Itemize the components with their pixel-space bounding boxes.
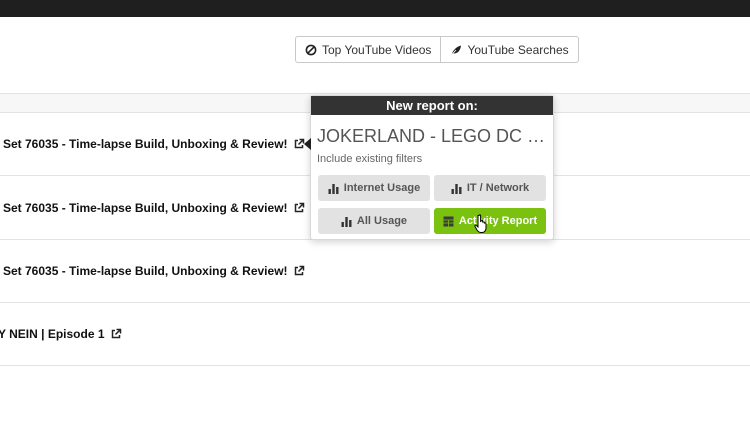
top-youtube-videos-label: Top YouTube Videos [322, 42, 432, 57]
new-report-popover: New report on: JOKERLAND - LEGO DC C... … [304, 95, 554, 240]
view-toggle-group: Top YouTube Videos YouTube Searches [295, 36, 579, 63]
internet-usage-button[interactable]: Internet Usage [318, 175, 430, 201]
it-network-label: IT / Network [466, 182, 530, 194]
external-link-icon[interactable] [110, 328, 122, 340]
all-usage-button[interactable]: All Usage [318, 208, 430, 234]
youtube-searches-label: YouTube Searches [467, 42, 569, 57]
include-filters-hint: Include existing filters [317, 153, 423, 165]
external-link-icon[interactable] [293, 202, 305, 214]
top-youtube-videos-button[interactable]: Top YouTube Videos [296, 37, 440, 62]
it-network-button[interactable]: IT / Network [434, 175, 546, 201]
video-title-link[interactable]: Set 76035 - Time-lapse Build, Unboxing &… [0, 137, 305, 151]
top-bar [0, 0, 750, 17]
video-title: Y NEIN | Episode 1 [0, 327, 105, 341]
internet-usage-label: Internet Usage [343, 182, 421, 194]
bar-chart-icon [341, 216, 352, 227]
leaf-icon [450, 44, 462, 56]
popover-header: New report on: [311, 96, 553, 115]
popover-arrow [304, 138, 311, 150]
hand-cursor-icon [474, 214, 490, 234]
bar-chart-icon [328, 183, 339, 194]
report-subject: JOKERLAND - LEGO DC C... [317, 126, 549, 146]
video-title: Set 76035 - Time-lapse Build, Unboxing &… [3, 264, 288, 278]
table-row: Y NEIN | Episode 1 [0, 303, 750, 366]
video-title-link[interactable]: Y NEIN | Episode 1 [0, 327, 122, 341]
activity-report-button[interactable]: Activity Report [434, 208, 546, 234]
table-row: Set 76035 - Time-lapse Build, Unboxing &… [0, 240, 750, 303]
all-usage-label: All Usage [356, 215, 408, 227]
activity-report-label: Activity Report [458, 215, 538, 227]
video-title: Set 76035 - Time-lapse Build, Unboxing &… [3, 201, 288, 215]
table-icon [443, 216, 454, 227]
video-title-link[interactable]: Set 76035 - Time-lapse Build, Unboxing &… [0, 264, 305, 278]
bar-chart-icon [451, 183, 462, 194]
ban-icon [305, 44, 317, 56]
youtube-searches-button[interactable]: YouTube Searches [440, 37, 577, 62]
video-title: Set 76035 - Time-lapse Build, Unboxing &… [3, 137, 288, 151]
external-link-icon[interactable] [293, 265, 305, 277]
external-link-icon[interactable] [293, 138, 305, 150]
video-title-link[interactable]: Set 76035 - Time-lapse Build, Unboxing &… [0, 201, 305, 215]
